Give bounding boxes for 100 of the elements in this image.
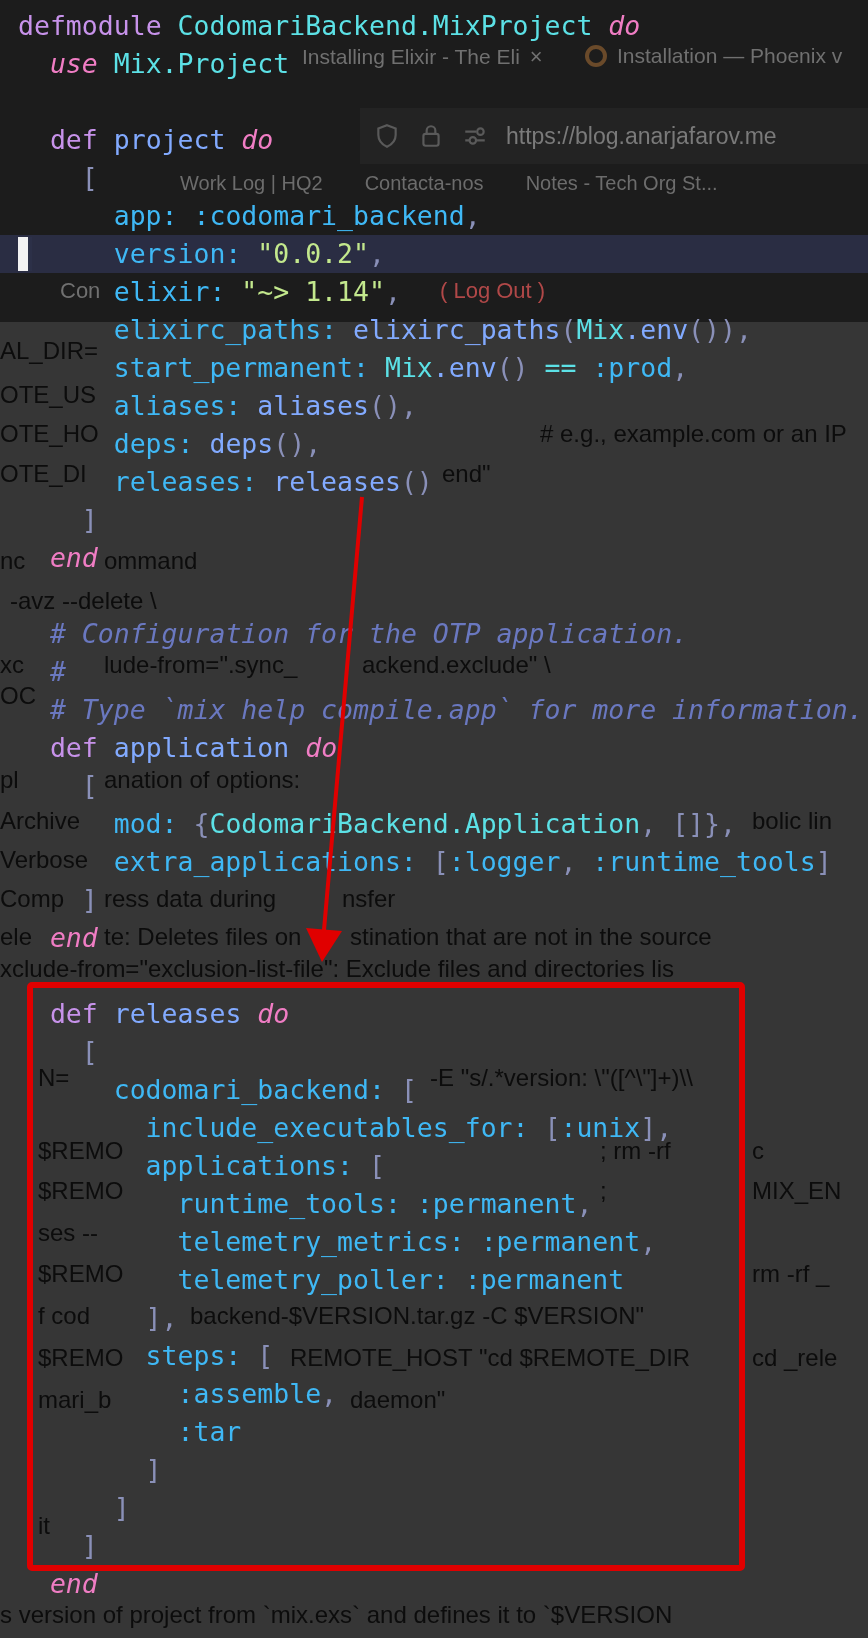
code-module-name: CodomariBackend.MixProject — [177, 10, 594, 41]
code-atom: telemetry_poller: — [177, 1264, 450, 1295]
code-punctuation: [ — [400, 1074, 417, 1105]
nav-link[interactable]: Con — [60, 278, 101, 304]
text-cursor — [18, 237, 32, 271]
code-atom: :tar — [177, 1416, 242, 1447]
bookmark-item[interactable]: Notes - Tech Org St... — [525, 172, 718, 195]
code-punctuation: ] — [145, 1302, 162, 1333]
code-operator: == — [543, 352, 578, 383]
code-module-name: Mix.Project — [113, 48, 290, 79]
code-function-name: deps — [209, 428, 274, 459]
code-punctuation: , — [640, 808, 658, 839]
code-string: "~> 1.14" — [241, 276, 385, 307]
code-keyword: end — [49, 1568, 98, 1599]
code-string: "0.0.2" — [257, 238, 369, 269]
code-keyword: do — [257, 998, 290, 1029]
code-punctuation: , — [384, 276, 401, 307]
code-keyword: use — [49, 48, 99, 79]
code-punctuation: [ — [81, 162, 98, 193]
code-keyword: def — [49, 732, 99, 763]
code-punctuation: ] — [81, 884, 98, 915]
shield-icon — [374, 123, 400, 149]
code-keyword: do — [608, 10, 641, 41]
code-punctuation: () — [273, 428, 306, 459]
code-punctuation: }, — [704, 808, 736, 839]
code-atom: codomari_backend: — [113, 1074, 386, 1105]
code-punctuation: [] — [672, 808, 705, 839]
code-atom: :permanent — [416, 1188, 577, 1219]
code-keyword: def — [49, 124, 99, 155]
code-module-name: Mix — [384, 352, 433, 383]
code-keyword: do — [305, 732, 338, 763]
code-punctuation: () — [368, 390, 401, 421]
code-atom: runtime_tools: — [177, 1188, 402, 1219]
code-punctuation: , — [560, 846, 578, 877]
code-atom: elixir: — [113, 276, 227, 307]
code-function-name: application — [113, 732, 291, 763]
code-atom: mod: — [113, 808, 179, 839]
code-atom: :unix — [560, 1112, 641, 1143]
code-atom: app: — [113, 200, 179, 231]
code-atom: :permanent — [480, 1226, 641, 1257]
code-keyword: end — [49, 922, 98, 953]
code-comment: # — [49, 656, 66, 687]
code-punctuation: ()) — [688, 314, 736, 345]
nav-link[interactable]: ( Log Out ) — [440, 278, 546, 304]
code-atom: include_executables_for: — [145, 1112, 530, 1143]
browser-tab[interactable]: Installation — Phoenix v — [617, 44, 843, 68]
code-punctuation: ] — [81, 504, 98, 535]
code-atom: :logger — [448, 846, 561, 877]
code-function-name: releases — [113, 998, 243, 1029]
code-punctuation: [ — [368, 1150, 385, 1181]
code-punctuation: ] — [113, 1492, 130, 1523]
code-keyword: do — [241, 124, 274, 155]
code-atom: deps: — [113, 428, 195, 459]
code-punctuation: [ — [544, 1112, 561, 1143]
code-keyword: defmodule — [18, 10, 163, 41]
code-atom: :runtime_tools — [592, 846, 816, 877]
code-punctuation: ( — [560, 314, 577, 345]
code-function-name: .env — [624, 314, 689, 345]
code-atom: applications: — [145, 1150, 354, 1181]
code-punctuation: { — [193, 808, 210, 839]
code-keyword: def — [49, 998, 99, 1029]
code-atom: :codomari_backend — [193, 200, 465, 231]
code-atom: :assemble — [177, 1378, 322, 1409]
code-atom: :permanent — [464, 1264, 625, 1295]
code-punctuation: , — [321, 1378, 338, 1409]
code-punctuation: , — [464, 200, 481, 231]
code-punctuation: () — [400, 466, 433, 497]
code-atom: start_permanent: — [113, 352, 370, 383]
code-punctuation: [ — [257, 1340, 274, 1371]
code-function-name: releases — [273, 466, 401, 497]
code-punctuation: () — [496, 352, 529, 383]
code-atom: aliases: — [113, 390, 243, 421]
code-punctuation: ] — [815, 846, 832, 877]
code-function-name: .env — [432, 352, 497, 383]
code-punctuation: ] — [81, 1530, 98, 1561]
code-punctuation: , — [736, 314, 752, 345]
code-module-name: Mix — [576, 314, 625, 345]
code-atom: version: — [113, 238, 243, 269]
code-punctuation: , — [368, 238, 385, 269]
code-punctuation: , — [640, 1226, 657, 1257]
tab-close-button[interactable]: × — [529, 44, 543, 70]
code-punctuation: [ — [432, 846, 449, 877]
browser-tab[interactable]: Installing Elixir - The Eli — [302, 45, 520, 69]
code-atom: steps: — [145, 1340, 243, 1371]
code-atom: :prod — [592, 352, 673, 383]
ring-logo-icon — [585, 45, 607, 67]
document-text: ; — [600, 1176, 607, 1205]
bookmark-item[interactable]: Contacta-nos — [364, 172, 484, 195]
code-punctuation: , — [305, 428, 322, 459]
code-punctuation: [ — [81, 1036, 98, 1067]
code-punctuation: , — [672, 352, 689, 383]
address-bar[interactable]: https://blog.anarjafarov.me — [360, 108, 868, 164]
code-function-name: aliases — [257, 390, 369, 421]
code-keyword: end — [49, 542, 98, 573]
code-atom: elixirc_paths: — [113, 314, 339, 345]
code-punctuation: , — [400, 390, 417, 421]
code-punctuation: , — [576, 1188, 593, 1219]
code-punctuation: , — [161, 1302, 178, 1333]
code-atom: telemetry_metrics: — [177, 1226, 466, 1257]
bookmark-item[interactable]: Work Log | HQ2 — [180, 172, 323, 195]
